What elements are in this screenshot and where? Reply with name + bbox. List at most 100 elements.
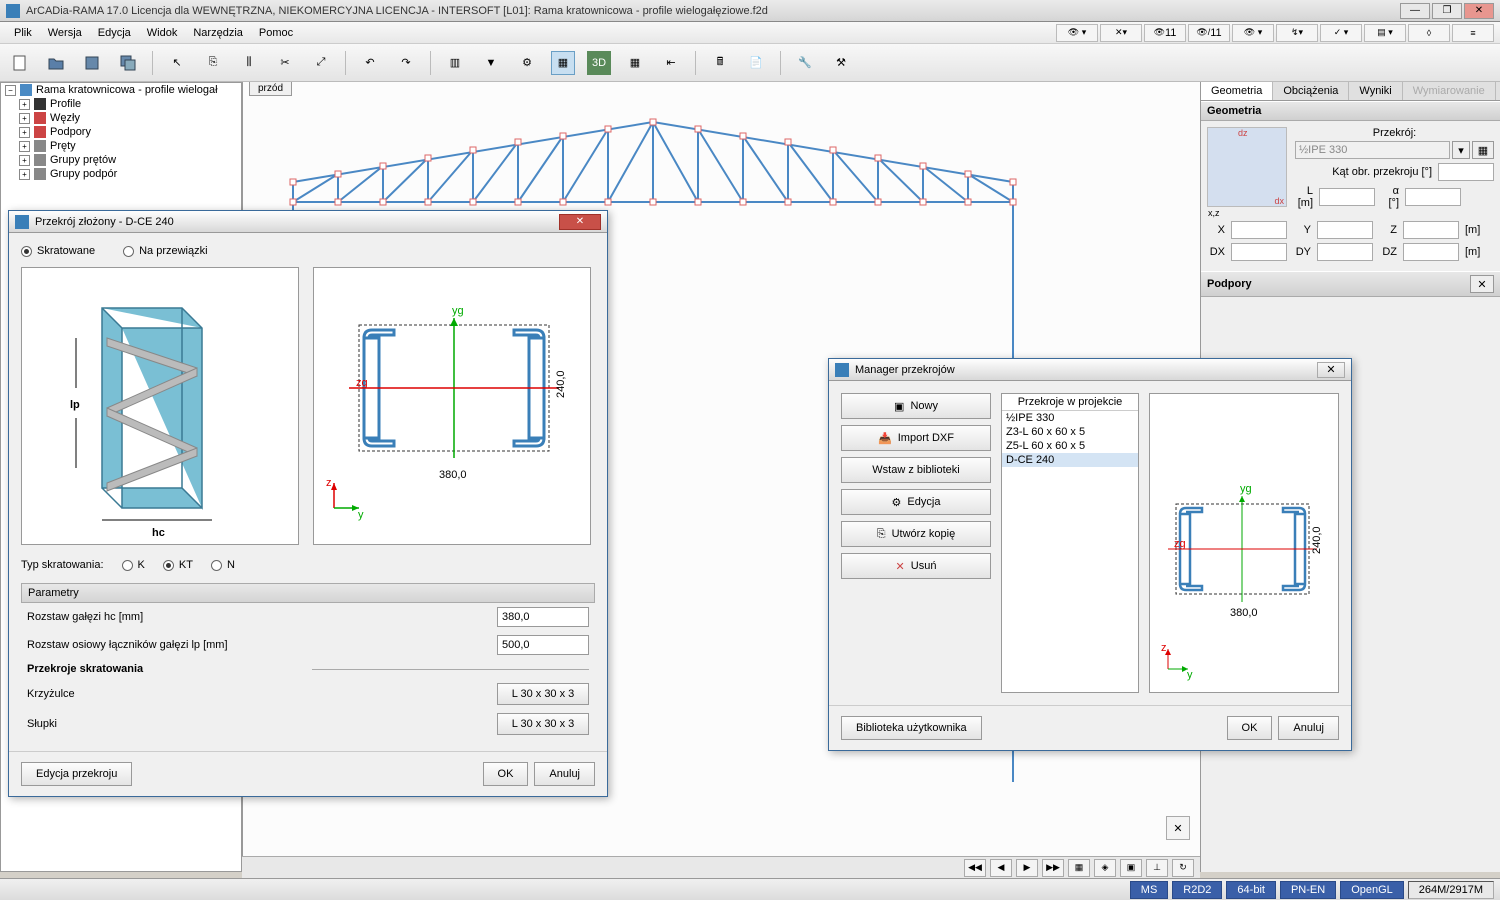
nav-ortho-icon[interactable]: ⊥ [1146, 859, 1168, 877]
table-icon[interactable]: ▦ [623, 51, 647, 75]
toggle-9[interactable]: ◊ [1408, 24, 1450, 42]
view-2d-icon[interactable]: ▦ [551, 51, 575, 75]
columns-icon[interactable]: ⫼ [237, 51, 261, 75]
settings-icon[interactable]: ⚙ [515, 51, 539, 75]
tree-item-podpory[interactable]: +Podpory [1, 125, 241, 139]
expand-icon[interactable]: + [19, 169, 30, 180]
slupki-button[interactable]: L 30 x 30 x 3 [497, 713, 589, 735]
config-icon[interactable]: ⚒ [829, 51, 853, 75]
tree-root[interactable]: − Rama kratownicowa - profile wielogał [1, 83, 241, 97]
menu-plik[interactable]: Plik [6, 24, 40, 42]
align-icon[interactable]: ⇤ [659, 51, 683, 75]
toggle-1[interactable]: 👁 ▾ [1056, 24, 1098, 42]
X-input[interactable] [1231, 221, 1287, 239]
canvas-settings-icon[interactable]: ✕ [1166, 816, 1190, 840]
radio-N[interactable]: N [211, 559, 235, 571]
tab-obciazenia[interactable]: Obciążenia [1273, 82, 1349, 100]
axes-icon[interactable]: ⤢ [309, 51, 333, 75]
radio-KT[interactable]: KT [163, 559, 193, 571]
select-icon[interactable]: ↖ [165, 51, 189, 75]
alpha-input[interactable] [1405, 188, 1461, 206]
list-item[interactable]: ½IPE 330 [1002, 411, 1138, 425]
maximize-button[interactable]: ❐ [1432, 3, 1462, 19]
L-input[interactable] [1319, 188, 1375, 206]
toggle-2[interactable]: ✕▾ [1100, 24, 1142, 42]
nowy-button[interactable]: ▣Nowy [841, 393, 991, 419]
toggle-6[interactable]: ↯▾ [1276, 24, 1318, 42]
kat-input[interactable] [1438, 163, 1494, 181]
toggle-3[interactable]: 👁 11 [1144, 24, 1186, 42]
list-item[interactable]: Z3-L 60 x 60 x 5 [1002, 425, 1138, 439]
Z-input[interactable] [1403, 221, 1459, 239]
toggle-4[interactable]: 👁/11 [1188, 24, 1230, 42]
tree-item-grupy-podpor[interactable]: +Grupy podpór [1, 167, 241, 181]
redo-icon[interactable]: ↷ [394, 51, 418, 75]
toggle-10[interactable]: ≡ [1452, 24, 1494, 42]
toggle-5[interactable]: 👁 ▾ [1232, 24, 1274, 42]
tree-item-profile[interactable]: +Profile [1, 97, 241, 111]
edycja-button[interactable]: ⚙Edycja [841, 489, 991, 515]
expand-icon[interactable]: + [19, 155, 30, 166]
radio-na-przewiazki[interactable]: Na przewiązki [123, 245, 207, 257]
krzyzulce-button[interactable]: L 30 x 30 x 3 [497, 683, 589, 705]
utworz-kopie-button[interactable]: ⎘Utwórz kopię [841, 521, 991, 547]
cut-icon[interactable]: ✂ [273, 51, 297, 75]
status-ms[interactable]: MS [1130, 881, 1169, 899]
toggle-7[interactable]: ✓ ▾ [1320, 24, 1362, 42]
cancel-button[interactable]: Anuluj [1278, 716, 1339, 740]
undo-icon[interactable]: ↶ [358, 51, 382, 75]
cancel-button[interactable]: Anuluj [534, 762, 595, 786]
radio-skratowane[interactable]: Skratowane [21, 245, 95, 257]
menu-wersja[interactable]: Wersja [40, 24, 90, 42]
nav-first-icon[interactable]: ◀◀ [964, 859, 986, 877]
wstaw-biblioteki-button[interactable]: Wstaw z biblioteki [841, 457, 991, 483]
save-as-icon[interactable] [116, 51, 140, 75]
nav-snap-icon[interactable]: ◈ [1094, 859, 1116, 877]
report-icon[interactable]: 📄 [744, 51, 768, 75]
list-item[interactable]: Z5-L 60 x 60 x 5 [1002, 439, 1138, 453]
param-hc-input[interactable] [497, 607, 589, 627]
nav-prev-icon[interactable]: ◀ [990, 859, 1012, 877]
Y-input[interactable] [1317, 221, 1373, 239]
DY-input[interactable] [1317, 243, 1373, 261]
nav-last-icon[interactable]: ▶▶ [1042, 859, 1064, 877]
status-pnen[interactable]: PN-EN [1280, 881, 1336, 899]
nav-sel-icon[interactable]: ▣ [1120, 859, 1142, 877]
expand-icon[interactable]: + [19, 99, 30, 110]
radio-K[interactable]: K [122, 559, 145, 571]
grid-icon[interactable]: ▥ [443, 51, 467, 75]
expand-icon[interactable]: − [5, 85, 16, 96]
open-icon[interactable] [44, 51, 68, 75]
podpory-clear-icon[interactable]: ✕ [1470, 275, 1494, 293]
DX-input[interactable] [1231, 243, 1287, 261]
edycja-przekroju-button[interactable]: Edycja przekroju [21, 762, 132, 786]
przekroje-list[interactable]: Przekroje w projekcie ½IPE 330 Z3-L 60 x… [1001, 393, 1139, 693]
przekroj-select[interactable] [1295, 141, 1450, 159]
tab-wyniki[interactable]: Wyniki [1349, 82, 1402, 100]
nav-rotate-icon[interactable]: ↻ [1172, 859, 1194, 877]
tree-item-wezly[interactable]: +Węzły [1, 111, 241, 125]
DZ-input[interactable] [1403, 243, 1459, 261]
view-3d-icon[interactable]: 3D [587, 51, 611, 75]
filter-icon[interactable]: ▼ [479, 51, 503, 75]
menu-pomoc[interactable]: Pomoc [251, 24, 301, 42]
expand-icon[interactable]: + [19, 113, 30, 124]
expand-icon[interactable]: + [19, 141, 30, 152]
tree-item-prety[interactable]: +Pręty [1, 139, 241, 153]
dialog-close-icon[interactable]: ✕ [559, 214, 601, 230]
copy-icon[interactable]: ⎘ [201, 51, 225, 75]
status-r2d2[interactable]: R2D2 [1172, 881, 1222, 899]
nav-next-icon[interactable]: ▶ [1016, 859, 1038, 877]
ok-button[interactable]: OK [1227, 716, 1273, 740]
list-item[interactable]: D-CE 240 [1002, 453, 1138, 467]
ok-button[interactable]: OK [483, 762, 529, 786]
menu-widok[interactable]: Widok [139, 24, 186, 42]
expand-icon[interactable]: + [19, 127, 30, 138]
menu-edycja[interactable]: Edycja [90, 24, 139, 42]
import-dxf-button[interactable]: 📥Import DXF [841, 425, 991, 451]
tree-item-grupy-pretow[interactable]: +Grupy prętów [1, 153, 241, 167]
toggle-8[interactable]: ▤ ▾ [1364, 24, 1406, 42]
przekroj-dropdown-icon[interactable]: ▾ [1452, 141, 1470, 159]
menu-narzedzia[interactable]: Narzędzia [185, 24, 251, 42]
przekroj-browse-icon[interactable]: ▦ [1472, 141, 1494, 159]
